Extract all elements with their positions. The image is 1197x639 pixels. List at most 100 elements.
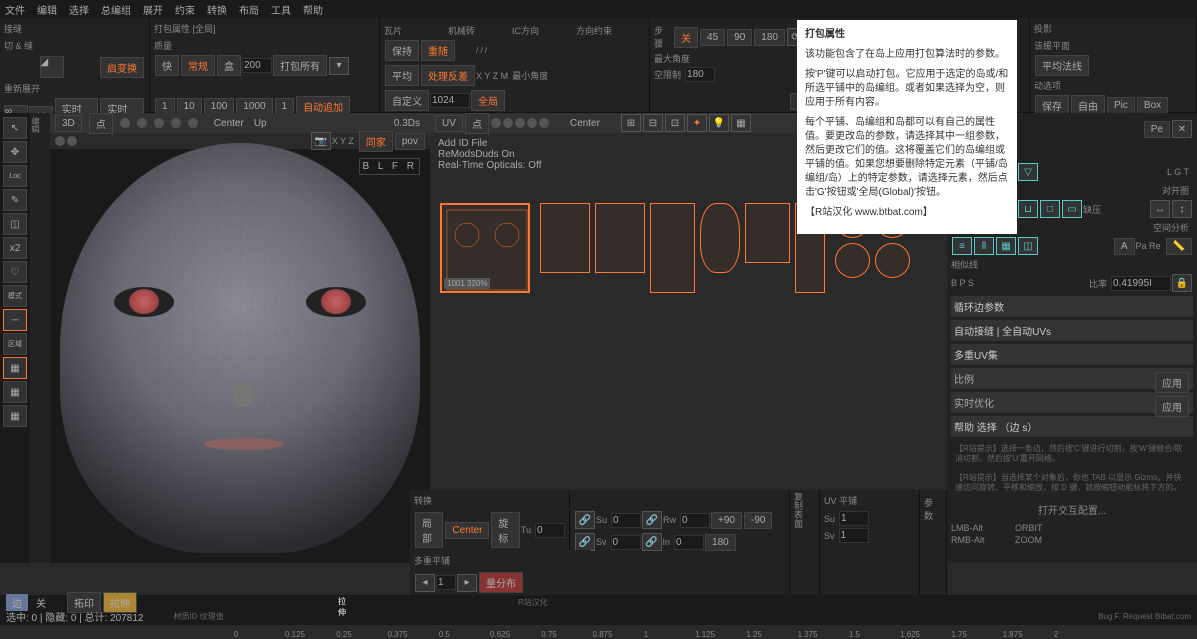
menu-convert[interactable]: 转换 — [207, 2, 227, 17]
island2[interactable] — [595, 203, 645, 273]
arrow-icon[interactable]: ↖ — [3, 117, 27, 139]
s-loop[interactable]: 循环边参数 — [951, 296, 1193, 317]
x-btn[interactable]: ✕ — [1172, 120, 1192, 138]
local-btn[interactable]: 局部 — [415, 512, 443, 548]
dist-btn[interactable]: 量分布 — [479, 572, 523, 593]
tu1-input[interactable] — [535, 523, 565, 538]
sv2-input[interactable] — [839, 528, 869, 543]
in-input[interactable] — [674, 535, 704, 550]
move-icon[interactable]: ✥ — [3, 141, 27, 163]
s-autoseam[interactable]: 自动接缝 | 全自动UVs — [951, 320, 1193, 341]
chev-left-icon[interactable]: ◂ — [415, 574, 435, 592]
pack-all-btn[interactable]: 打包所有 — [273, 55, 327, 76]
chev-right-icon[interactable]: ▸ — [457, 574, 477, 592]
menu-layout[interactable]: 布局 — [239, 2, 259, 17]
link3-icon[interactable]: 🔗 — [575, 533, 595, 551]
shield-icon[interactable]: ♡ — [3, 261, 27, 283]
menu-help[interactable]: 帮助 — [303, 2, 323, 17]
apply1-btn[interactable]: 应用 — [1155, 372, 1189, 393]
a-btn[interactable]: A — [1114, 238, 1135, 255]
p90-btn[interactable]: +90 — [711, 512, 742, 529]
rot-btn[interactable]: 旋标 — [491, 512, 519, 548]
transform-btn[interactable]: 启变换 — [100, 57, 144, 78]
link4-icon[interactable]: 🔗 — [642, 533, 662, 551]
menu-edit[interactable]: 编辑 — [37, 2, 57, 17]
mode-point[interactable]: 点 — [89, 113, 113, 134]
lock-icon[interactable]: 🔒 — [1172, 274, 1192, 292]
mt-input[interactable] — [436, 575, 456, 590]
tab-3d[interactable]: 3D — [55, 115, 82, 132]
apply2-btn[interactable]: 应用 — [1155, 396, 1189, 417]
loc-icon[interactable]: Loc — [3, 165, 27, 187]
config-link[interactable]: 打开交互配置... — [951, 498, 1193, 521]
ratio-input[interactable] — [1111, 276, 1171, 291]
mode-icon[interactable]: 模式 — [3, 285, 27, 307]
shade5[interactable] — [188, 118, 198, 128]
uvd2[interactable] — [503, 118, 513, 128]
q-fast[interactable]: 快 — [155, 55, 179, 76]
step180[interactable]: 180 — [754, 29, 785, 46]
s-scale[interactable]: 比例应用 — [951, 368, 1193, 389]
uvd4[interactable] — [527, 118, 537, 128]
r180-btn[interactable]: 180 — [705, 534, 736, 551]
link1-icon[interactable]: 🔗 — [575, 511, 595, 529]
align2-icon[interactable]: ⊟ — [643, 114, 663, 132]
grid3-icon[interactable]: ▦ — [3, 405, 27, 427]
q-box[interactable]: 盒 — [217, 55, 241, 76]
global-btn[interactable]: 全局 — [471, 90, 505, 111]
step45[interactable]: 45 — [700, 29, 725, 46]
uv-mode[interactable]: 点 — [465, 113, 489, 134]
step-off[interactable]: 关 — [674, 27, 698, 48]
su2-input[interactable] — [839, 511, 869, 526]
a4-icon[interactable]: ⊔ — [1018, 200, 1038, 218]
grid1-icon[interactable]: ▦ — [3, 357, 27, 379]
center-btn[interactable]: Center — [445, 522, 489, 539]
ruler-icon[interactable]: 📏 — [1166, 238, 1192, 255]
inv-btn[interactable]: 处理反差 — [421, 65, 475, 86]
r2-label[interactable]: Bug F. Request Btbat.com — [1098, 612, 1191, 621]
island1[interactable] — [540, 203, 590, 273]
d4-icon[interactable]: ◫ — [1018, 237, 1038, 255]
avg-btn[interactable]: 平均 — [385, 65, 419, 86]
avg-normal-btn[interactable]: 平均法线 — [1035, 55, 1089, 76]
menu-constraint[interactable]: 约束 — [175, 2, 195, 17]
menu-select[interactable]: 选择 — [69, 2, 89, 17]
custom-btn[interactable]: 自定义 — [385, 90, 429, 111]
res-input[interactable] — [430, 93, 470, 108]
bulb-icon[interactable]: 💡 — [709, 114, 729, 132]
shade4[interactable] — [171, 118, 181, 128]
shade3[interactable] — [154, 118, 164, 128]
menu-group[interactable]: 总编组 — [101, 2, 131, 17]
pad-input[interactable] — [242, 58, 272, 73]
tab-uv[interactable]: UV — [435, 115, 463, 132]
x2-icon[interactable]: x2 — [3, 237, 27, 259]
step90[interactable]: 90 — [727, 29, 752, 46]
arr-h-icon[interactable]: ↔ — [1150, 200, 1170, 218]
copy-surface[interactable]: 复制表面 — [792, 492, 805, 593]
d3-icon[interactable]: ▦ — [996, 237, 1016, 255]
uvd5[interactable] — [539, 118, 549, 128]
arr-v-icon[interactable]: ↕ — [1172, 200, 1192, 218]
rw-input[interactable] — [680, 513, 710, 528]
shade2[interactable] — [137, 118, 147, 128]
q-normal[interactable]: 常规 — [181, 55, 215, 76]
chevron-down-icon[interactable]: ▾ — [329, 57, 349, 75]
s-help[interactable]: 帮助 选择 （边 s） — [951, 416, 1193, 437]
menu-unfold[interactable]: 展开 — [143, 2, 163, 17]
cube-icon[interactable]: ◫ — [3, 213, 27, 235]
s-multiuv[interactable]: 多重UV集 — [951, 344, 1193, 365]
link2-icon[interactable]: 🔗 — [642, 511, 662, 529]
s-rtopt[interactable]: 实时优化应用 — [951, 392, 1193, 413]
island3[interactable] — [650, 203, 695, 293]
box-proj-btn[interactable]: Box — [1137, 97, 1168, 114]
n90-btn[interactable]: -90 — [744, 512, 772, 529]
d1-icon[interactable]: ≡ — [952, 237, 972, 255]
su-input[interactable] — [611, 513, 641, 528]
limit-input[interactable] — [685, 67, 715, 82]
uvd1[interactable] — [491, 118, 501, 128]
rerand-btn[interactable]: 重随 — [421, 40, 455, 61]
flip4-icon[interactable]: ▽ — [1018, 163, 1038, 181]
viewport-3d[interactable]: 3D 点 Center Up 0.3Ds 📷 X Y Z 同家 pov B L … — [50, 113, 430, 563]
island8[interactable] — [835, 243, 870, 278]
align3-icon[interactable]: ⊡ — [665, 114, 685, 132]
